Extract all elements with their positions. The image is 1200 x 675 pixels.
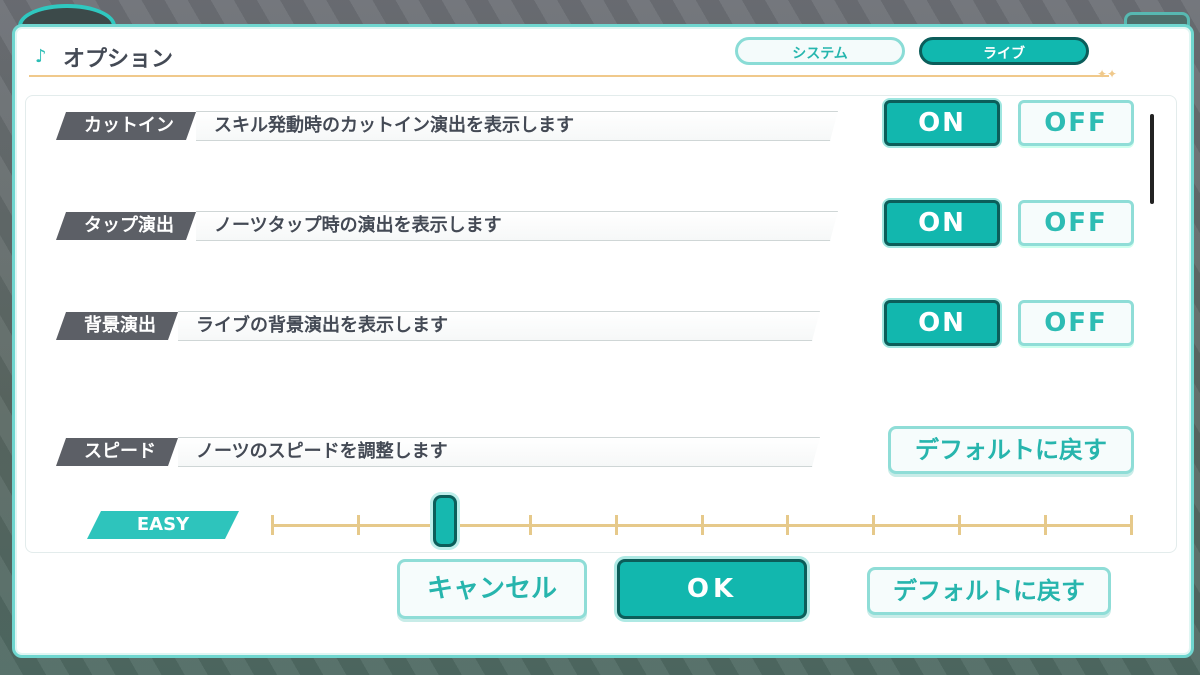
speed-default-button[interactable]: デフォルトに戻す <box>888 426 1134 474</box>
setting-label: タップ演出 <box>56 212 196 240</box>
speed-slider[interactable] <box>271 495 1133 547</box>
setting-row-tap-effect: タップ演出 ノーツタップ時の演出を表示します ON OFF <box>56 200 1146 250</box>
background-effect-on-button[interactable]: ON <box>884 300 1000 346</box>
setting-label: 背景演出 <box>56 312 178 340</box>
slider-tick <box>1130 515 1133 535</box>
setting-label: カットイン <box>56 112 196 140</box>
header-divider <box>29 75 1109 77</box>
setting-description: スキル発動時のカットイン演出を表示します <box>196 111 838 141</box>
slider-tick <box>872 515 875 535</box>
dialog-header: ♪ オプション <box>35 41 173 73</box>
setting-description: ノーツタップ時の演出を表示します <box>196 211 838 241</box>
tap-effect-on-button[interactable]: ON <box>884 200 1000 246</box>
slider-tick <box>615 515 618 535</box>
slider-tick <box>786 515 789 535</box>
ok-button[interactable]: OK <box>617 559 807 619</box>
setting-description: ノーツのスピードを調整します <box>178 437 820 467</box>
tab-system[interactable]: システム <box>735 37 905 65</box>
setting-row-background-effect: 背景演出 ライブの背景演出を表示します ON OFF <box>56 300 1146 350</box>
slider-tick <box>701 515 704 535</box>
slider-tick <box>958 515 961 535</box>
settings-list: カットイン スキル発動時のカットイン演出を表示します ON OFF タップ演出 … <box>25 95 1177 553</box>
cutin-off-button[interactable]: OFF <box>1018 100 1134 146</box>
tap-effect-off-button[interactable]: OFF <box>1018 200 1134 246</box>
background-effect-off-button[interactable]: OFF <box>1018 300 1134 346</box>
scrollbar[interactable] <box>1150 114 1154 204</box>
reset-default-button[interactable]: デフォルトに戻す <box>867 567 1111 615</box>
setting-label: スピード <box>56 438 178 466</box>
difficulty-tag: EASY <box>87 511 239 539</box>
dialog-title: オプション <box>63 47 174 72</box>
slider-tick <box>1044 515 1047 535</box>
slider-tick <box>529 515 532 535</box>
options-dialog: ♪ オプション システム ライブ ✦✦ カットイン スキル発動時のカットイン演出… <box>12 24 1194 658</box>
setting-row-cutin: カットイン スキル発動時のカットイン演出を表示します ON OFF <box>56 100 1146 150</box>
tab-live[interactable]: ライブ <box>919 37 1089 65</box>
sparkle-icon: ✦✦ <box>1097 67 1118 81</box>
cancel-button[interactable]: キャンセル <box>397 559 587 619</box>
slider-tick <box>357 515 360 535</box>
setting-row-speed: スピード ノーツのスピードを調整します デフォルトに戻す <box>56 426 1146 476</box>
slider-knob[interactable] <box>433 495 457 547</box>
setting-description: ライブの背景演出を表示します <box>178 311 820 341</box>
slider-tick <box>271 515 274 535</box>
tab-bar: システム ライブ <box>735 37 1089 65</box>
cutin-on-button[interactable]: ON <box>884 100 1000 146</box>
music-note-icon: ♪ <box>35 46 47 67</box>
